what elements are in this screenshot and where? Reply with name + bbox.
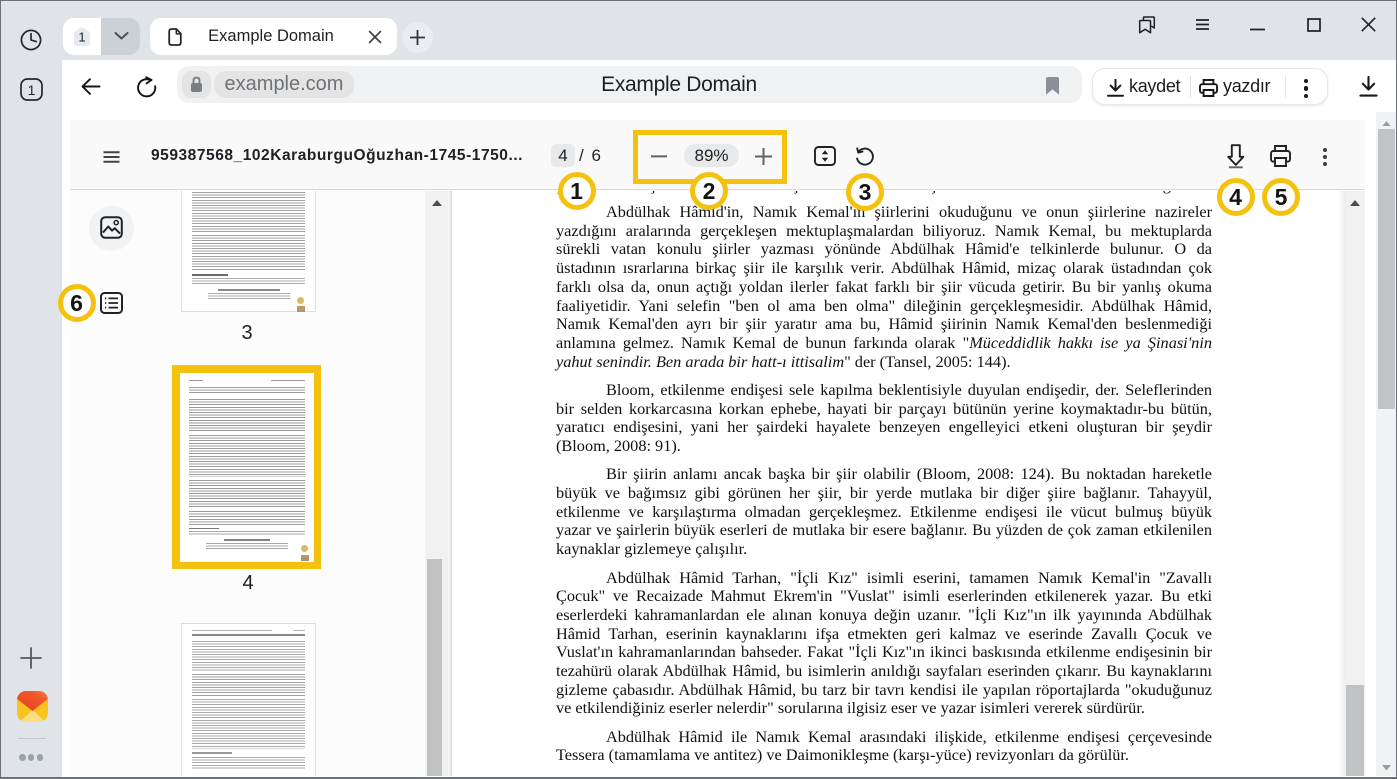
svg-text:1: 1 [78, 30, 85, 45]
svg-text:1: 1 [28, 82, 36, 98]
